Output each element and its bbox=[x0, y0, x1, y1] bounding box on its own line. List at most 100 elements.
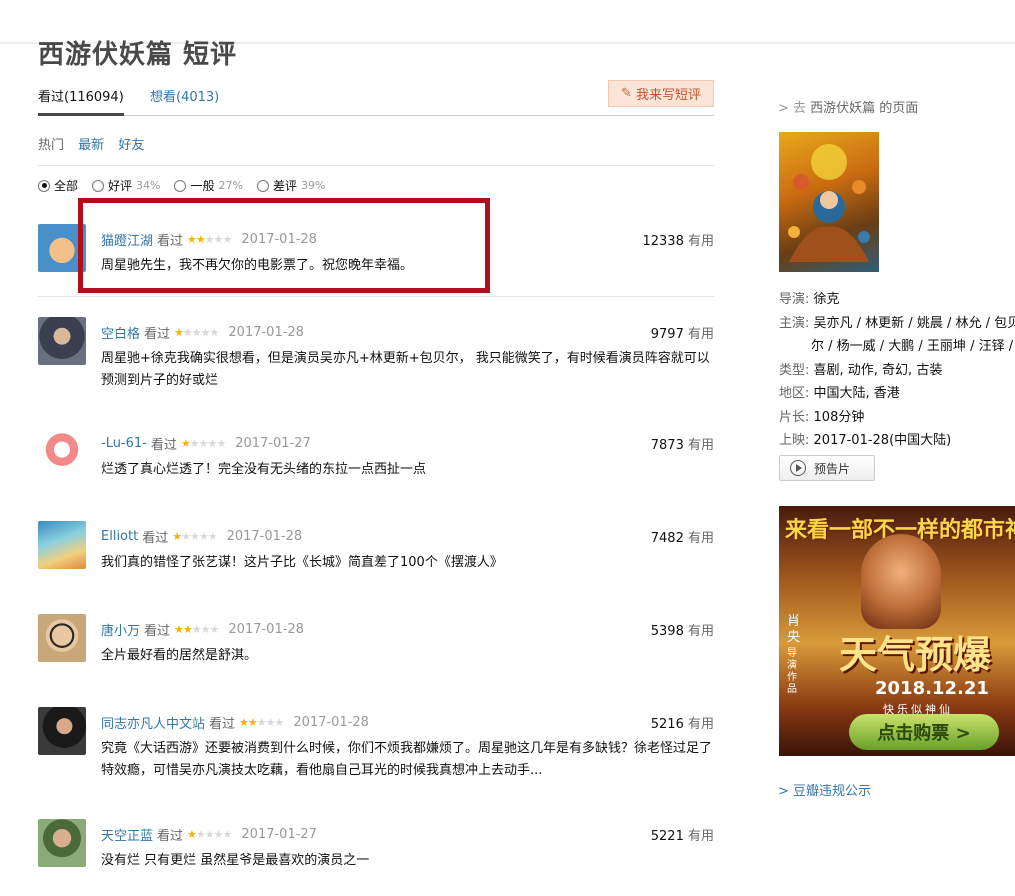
info-value: 中国大陆, 香港 bbox=[813, 386, 900, 401]
ad-date: 2018.12.21 bbox=[875, 678, 989, 699]
ad-banner[interactable]: 来看一部不一样的都市神仙 肖央 导演作品 天气预爆 2018.12.21 快乐似… bbox=[779, 506, 1015, 756]
comment-user[interactable]: 猫蹬江湖 bbox=[101, 230, 153, 249]
avatar[interactable] bbox=[38, 707, 86, 755]
comment-date: 2017-01-27 bbox=[235, 436, 311, 451]
useful-count: 7482 bbox=[650, 531, 684, 546]
ad-director-role: 导演作品 bbox=[787, 648, 797, 695]
star-empty-icon: ★ bbox=[181, 530, 191, 543]
radio-icon[interactable] bbox=[92, 179, 105, 192]
tab-watched[interactable]: 看过(116094) bbox=[38, 86, 124, 116]
watched-label: 看过 bbox=[157, 234, 184, 249]
sort-hot[interactable]: 热门 bbox=[38, 138, 64, 153]
info-release: 上映: 2017-01-28(中国大陆) bbox=[779, 429, 1015, 453]
useful-vote[interactable]: 5398 有用 bbox=[651, 620, 714, 639]
watched-label: 看过 bbox=[142, 531, 169, 546]
useful-vote[interactable]: 9797 有用 bbox=[651, 323, 714, 342]
comment-user[interactable]: Elliott bbox=[101, 529, 138, 544]
star-empty-icon: ★ bbox=[207, 530, 218, 543]
rating-stars-icon: ★ ★ ★ ★ ★ bbox=[172, 530, 218, 543]
comment-item: 唐小万 看过 ★ ★ ★ ★ ★ 2017-01-28 5398 有用 全片最好看的居然… bbox=[38, 614, 714, 674]
ad-title: 天气预爆 bbox=[839, 633, 992, 677]
movie-info: 导演: 徐克 主演: 吴亦凡 / 林更新 / 姚晨 / 林允 / 包贝尔 尔 /… bbox=[779, 288, 1015, 453]
star-empty-icon: ★ bbox=[256, 716, 267, 729]
useful-vote[interactable]: 7873 有用 bbox=[651, 434, 714, 453]
avatar[interactable] bbox=[38, 317, 86, 365]
info-genre: 类型: 喜剧, 动作, 奇幻, 古装 bbox=[779, 359, 1015, 383]
comment-item: -Lu-61- 看过 ★ ★ ★ ★ ★ 2017-01-27 7873 有用 烂透了真… bbox=[38, 428, 714, 488]
trailer-button[interactable]: 预告片 bbox=[779, 455, 875, 481]
useful-vote[interactable]: 5221 有用 bbox=[651, 825, 714, 844]
filter-percent: 27% bbox=[218, 179, 243, 192]
poster-art-icon bbox=[788, 144, 870, 262]
star-filled-icon: ★ bbox=[239, 716, 249, 729]
useful-vote[interactable]: 12338 有用 bbox=[642, 230, 714, 249]
comment-text: 周星驰+徐克我确实很想看，但是演员吴亦凡+林更新+包贝尔， 我只能微笑了，有时候… bbox=[101, 351, 710, 388]
filter-negative[interactable]: 差评 39% bbox=[256, 177, 325, 194]
info-key: 导演: bbox=[779, 292, 810, 307]
star-empty-icon: ★ bbox=[198, 437, 209, 450]
radio-icon[interactable] bbox=[174, 179, 187, 192]
write-review-label: 我来写短评 bbox=[635, 88, 701, 103]
comment-header: 同志亦凡人中文站 看过 ★ ★ ★ ★ ★ 2017-01-28 bbox=[101, 713, 369, 732]
avatar[interactable] bbox=[38, 428, 86, 476]
write-review-button[interactable]: ✎ 我来写短评 bbox=[608, 80, 714, 107]
filter-positive[interactable]: 好评 34% bbox=[92, 177, 160, 194]
star-empty-icon: ★ bbox=[209, 326, 220, 339]
comment-user[interactable]: 唐小万 bbox=[101, 620, 140, 639]
comment-user[interactable]: 天空正蓝 bbox=[101, 825, 153, 844]
rating-stars-icon: ★ ★ ★ ★ ★ bbox=[174, 623, 219, 636]
goto-movie-page-link[interactable]: > 去 西游伏妖篇 的页面 bbox=[778, 97, 918, 116]
useful-count: 12338 bbox=[642, 234, 684, 249]
avatar[interactable] bbox=[38, 521, 86, 569]
comment-item: 同志亦凡人中文站 看过 ★ ★ ★ ★ ★ 2017-01-28 5216 有用 究竟《… bbox=[38, 707, 714, 778]
info-director: 导演: 徐克 bbox=[779, 288, 1015, 312]
filter-all[interactable]: 全部 bbox=[38, 177, 78, 194]
sort-friends[interactable]: 好友 bbox=[118, 138, 144, 153]
ad-buy-button[interactable]: 点击购票 > bbox=[849, 714, 999, 750]
info-value[interactable]: 徐克 bbox=[814, 292, 840, 307]
info-value: 2017-01-28(中国大陆) bbox=[813, 433, 952, 448]
watched-label: 看过 bbox=[144, 327, 171, 342]
comment-text: 周星驰先生，我不再欠你的电影票了。祝您晚年幸福。 bbox=[101, 258, 414, 273]
comment-user[interactable]: -Lu-61- bbox=[101, 436, 147, 451]
useful-count: 5221 bbox=[650, 829, 684, 844]
rating-stars-icon: ★ ★ ★ ★ ★ bbox=[181, 437, 226, 450]
avatar[interactable] bbox=[38, 819, 86, 867]
star-empty-icon: ★ bbox=[195, 828, 206, 841]
comment-user[interactable]: 同志亦凡人中文站 bbox=[101, 713, 205, 732]
sort-latest[interactable]: 最新 bbox=[78, 138, 104, 153]
comment-text: 全片最好看的居然是舒淇。 bbox=[101, 648, 258, 663]
filter-neutral[interactable]: 一般 27% bbox=[174, 177, 243, 194]
star-empty-icon: ★ bbox=[182, 326, 193, 339]
info-region: 地区: 中国大陆, 香港 bbox=[779, 382, 1015, 406]
avatar[interactable] bbox=[38, 224, 86, 272]
comment-date: 2017-01-28 bbox=[293, 715, 369, 730]
star-empty-icon: ★ bbox=[200, 623, 211, 636]
goto-text: 西游伏妖篇 的页面 bbox=[810, 101, 919, 116]
useful-label: 有用 bbox=[687, 717, 714, 732]
star-empty-icon: ★ bbox=[204, 828, 215, 841]
comment-user[interactable]: 空白格 bbox=[101, 323, 140, 342]
useful-label: 有用 bbox=[687, 234, 714, 249]
trailer-label: 预告片 bbox=[814, 461, 851, 476]
useful-vote[interactable]: 5216 有用 bbox=[651, 713, 714, 732]
tab-want[interactable]: 想看(4013) bbox=[150, 86, 219, 105]
useful-count: 5216 bbox=[650, 717, 684, 732]
star-empty-icon: ★ bbox=[204, 233, 215, 246]
movie-poster[interactable] bbox=[779, 132, 879, 272]
ad-director-name: 肖央 bbox=[787, 614, 801, 645]
radio-icon[interactable] bbox=[256, 179, 269, 192]
info-cast-cont[interactable]: 尔 / 杨一威 / 大鹏 / 王丽坤 / 汪铎 / 张 bbox=[779, 335, 1015, 359]
star-filled-icon: ★ bbox=[174, 623, 184, 636]
radio-selected-icon[interactable] bbox=[38, 179, 50, 192]
star-empty-icon: ★ bbox=[191, 623, 202, 636]
comment-header: 唐小万 看过 ★ ★ ★ ★ ★ 2017-01-28 bbox=[101, 620, 304, 639]
star-empty-icon: ★ bbox=[207, 437, 218, 450]
avatar[interactable] bbox=[38, 614, 86, 662]
comment-item: Elliott 看过 ★ ★ ★ ★ ★ 2017-01-28 7482 有用 我们真的… bbox=[38, 521, 714, 581]
info-value[interactable]: 吴亦凡 / 林更新 / 姚晨 / 林允 / 包贝尔 bbox=[814, 316, 1015, 331]
info-key: 类型: bbox=[779, 362, 810, 378]
useful-vote[interactable]: 7482 有用 bbox=[651, 527, 714, 546]
report-link[interactable]: > 豆瓣违规公示 bbox=[778, 780, 871, 799]
info-cast: 主演: 吴亦凡 / 林更新 / 姚晨 / 林允 / 包贝尔 bbox=[779, 312, 1015, 336]
